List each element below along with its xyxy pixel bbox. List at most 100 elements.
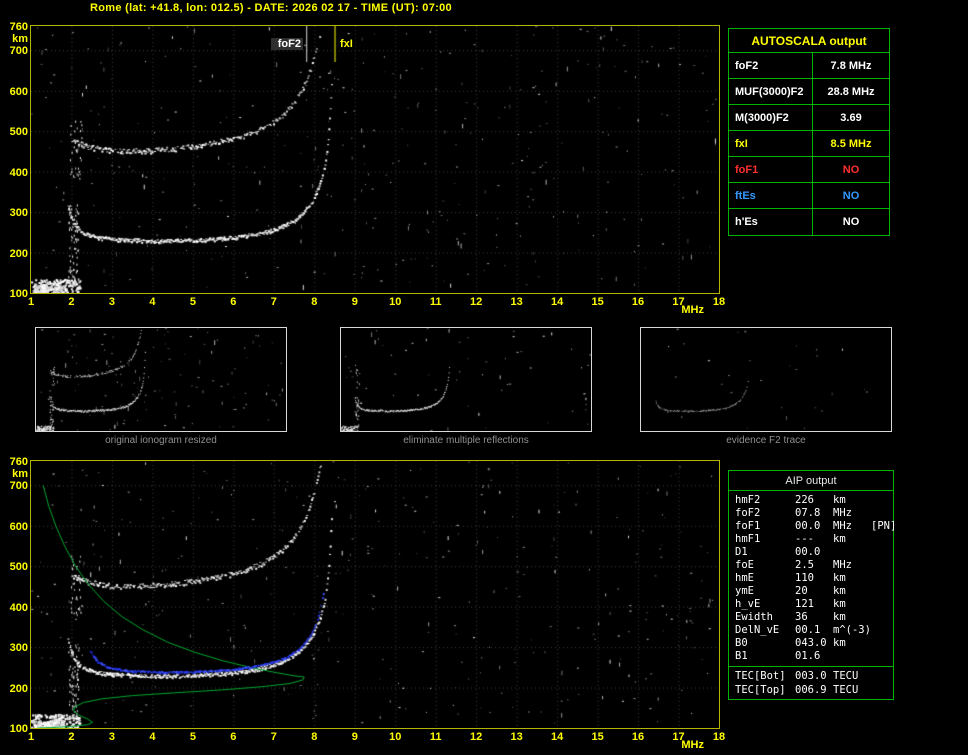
aip-value: 043.0 [795,637,827,649]
aip-extra [871,494,893,507]
x-axis-unit-label: MHz [681,304,704,316]
aip-extra [871,546,893,559]
ionogram-canvas-top [31,26,719,293]
aip-unit: MHz [833,559,852,571]
aip-row: hmF2 226 km [729,494,893,507]
ionogram-plot-top: foF2 fxI [30,25,720,294]
autoscala-table-title: AUTOSCALA output [729,29,889,53]
x-tick-label: 7 [270,731,277,743]
aip-extra [871,559,893,572]
x-tick-label: 1 [27,731,35,743]
autoscala-row-label: fxI [729,131,813,157]
aip-unit: km [833,533,846,545]
aip-value: 00.0 [795,546,821,558]
y-tick-label: 400 [9,601,28,614]
x-tick-label: 9 [351,296,358,308]
aip-row: foE 2.5 MHz [729,559,893,572]
autoscala-row-label: foF1 [729,157,813,183]
autoscala-row: foF2 7.8 MHz [729,53,889,79]
x-tick-label: 3 [108,731,115,743]
aip-name: DelN_vE [735,624,780,636]
aip-name: hmF2 [735,494,761,506]
aip-unit: MHz [833,507,852,519]
x-tick-label: 12 [470,296,483,308]
panel-canvas-original [36,328,286,431]
x-tick-label: 7 [270,296,277,308]
y-tick-label: 600 [9,520,28,533]
autoscala-row-value: 3.69 [840,112,862,124]
aip-extra [871,572,893,585]
page-title: Rome (lat: +41.8, lon: 012.5) - DATE: 20… [90,2,452,14]
aip-value: 121 [795,598,814,610]
x-tick-label: 5 [189,296,196,308]
aip-value: 006.9 [795,684,827,696]
aip-unit: km [833,585,846,597]
y-tick-label: 200 [9,247,28,260]
autoscala-row-value: NO [842,216,860,228]
panel-caption: original ionogram resized [105,435,217,446]
foF2-marker-label: foF2 [271,38,303,50]
y-axis-unit-label: km [12,468,28,480]
aip-name: B1 [735,650,748,662]
aip-name: D1 [735,546,748,558]
panel-caption: evidence F2 trace [726,435,806,446]
aip-value: 07.8 [795,507,821,519]
aip-unit: TECU [833,684,859,696]
aip-value: 003.0 [795,670,827,682]
aip-extra [871,683,893,697]
y-tick-label: 500 [9,126,28,139]
aip-unit [833,546,871,559]
x-tick-label: 11 [429,296,442,308]
aip-extra [871,624,893,637]
aip-unit: km [833,598,846,610]
autoscala-row: foF1 NO [729,157,889,183]
autoscala-row-value: 8.5 MHz [830,138,872,150]
autoscala-row-value: NO [842,164,860,176]
panel-caption: eliminate multiple reflections [403,435,529,446]
panel-canvas-evidence [641,328,891,431]
y-tick-label: 760 [9,21,28,33]
x-tick-label: 6 [230,731,237,743]
aip-extra [871,533,893,546]
aip-row: D1 00.0 [729,546,893,559]
aip-extra [871,585,893,598]
autoscala-row-label: ftEs [729,183,813,209]
x-tick-label: 5 [189,731,196,743]
aip-name: Ewidth [735,611,773,623]
autoscala-row-label: M(3000)F2 [729,105,813,131]
autoscala-row: M(3000)F2 3.69 [729,105,889,131]
x-tick-label: 10 [389,296,402,308]
aip-row: foF1 00.0 MHz [PN] [729,520,897,533]
autoscala-output-table: AUTOSCALA output foF2 7.8 MHz MUF(3000)F2 2… [728,28,890,236]
aip-value: 2.5 [795,559,814,571]
y-tick-label: 200 [9,682,28,695]
aip-value: 01.6 [795,650,821,662]
aip-row: TEC[Top] 006.9 TECU [729,683,893,697]
x-axis-unit-label: MHz [681,739,704,751]
aip-row: foF2 07.8 MHz [729,507,893,520]
aip-extra [871,650,893,663]
aip-value: 00.0 [795,520,821,532]
x-tick-label: 4 [149,731,156,743]
x-tick-label: 2 [68,296,75,308]
aip-extra: [PN] [871,520,897,532]
aip-name: TEC[Top] [735,684,786,696]
x-tick-label: 4 [149,296,156,308]
x-tick-label: 1 [27,296,35,308]
aip-extra [871,637,893,650]
panel-eliminate-reflections [340,327,592,432]
aip-name: TEC[Bot] [735,670,786,682]
aip-name: hmF1 [735,533,761,545]
autoscala-row: ftEs NO [729,183,889,209]
x-tick-label: 8 [311,731,318,743]
aip-row: hmF1 --- km [729,533,893,546]
aip-tec-section: TEC[Bot] 003.0 TECU TEC[Top] 006.9 TECU [729,669,893,697]
aip-unit: MHz [833,520,852,532]
y-tick-label: 100 [9,288,28,300]
aip-name: foF1 [735,520,761,532]
aip-value: 20 [795,585,808,597]
aip-unit: km [833,572,846,584]
aip-table-body: hmF2 226 km foF2 07.8 MHz foF1 00.0 MHz [PN] hmF1 -… [729,491,897,699]
y-axis-unit-label: km [12,33,28,45]
aip-name: foE [735,559,754,571]
